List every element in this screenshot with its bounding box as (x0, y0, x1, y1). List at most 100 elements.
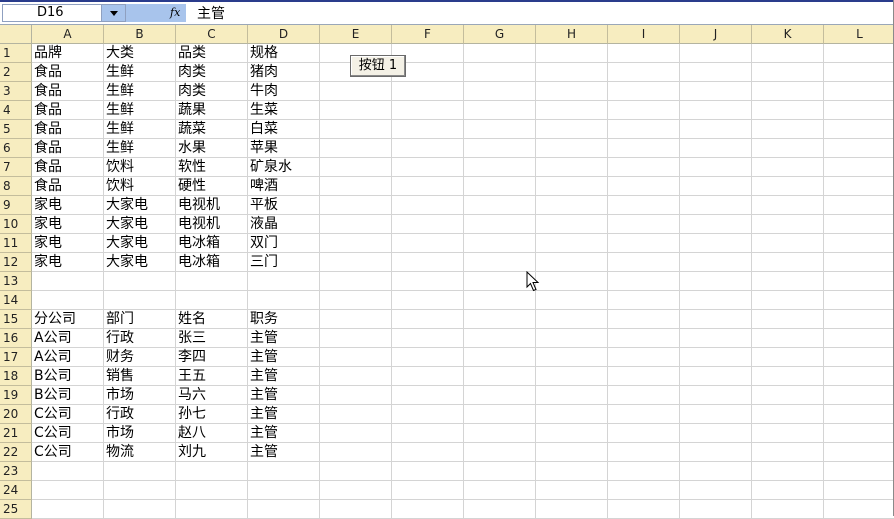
row-header-18[interactable]: 18 (0, 367, 32, 386)
cell-l1[interactable] (824, 44, 894, 63)
cell-j4[interactable] (680, 101, 752, 120)
cell-h10[interactable] (536, 215, 608, 234)
cell-j22[interactable] (680, 443, 752, 462)
cell-e17[interactable] (320, 348, 392, 367)
cell-l4[interactable] (824, 101, 894, 120)
cell-k23[interactable] (752, 462, 824, 481)
cell-i21[interactable] (608, 424, 680, 443)
cell-h19[interactable] (536, 386, 608, 405)
cell-d18[interactable]: 主管 (248, 367, 320, 386)
cell-l6[interactable] (824, 139, 894, 158)
cell-d17[interactable]: 主管 (248, 348, 320, 367)
cell-e22[interactable] (320, 443, 392, 462)
cell-i3[interactable] (608, 82, 680, 101)
cell-h23[interactable] (536, 462, 608, 481)
cell-h2[interactable] (536, 63, 608, 82)
cell-h9[interactable] (536, 196, 608, 215)
cell-k8[interactable] (752, 177, 824, 196)
cell-f4[interactable] (392, 101, 464, 120)
cell-d8[interactable]: 啤酒 (248, 177, 320, 196)
cell-e16[interactable] (320, 329, 392, 348)
cell-c20[interactable]: 孙七 (176, 405, 248, 424)
cell-j16[interactable] (680, 329, 752, 348)
cell-i5[interactable] (608, 120, 680, 139)
cell-l18[interactable] (824, 367, 894, 386)
cell-c6[interactable]: 水果 (176, 139, 248, 158)
row-header-12[interactable]: 12 (0, 253, 32, 272)
cell-f22[interactable] (392, 443, 464, 462)
cell-f21[interactable] (392, 424, 464, 443)
cell-a12[interactable]: 家电 (32, 253, 104, 272)
column-header-h[interactable]: H (536, 25, 608, 44)
cell-f12[interactable] (392, 253, 464, 272)
cell-i11[interactable] (608, 234, 680, 253)
cell-k14[interactable] (752, 291, 824, 310)
cell-h21[interactable] (536, 424, 608, 443)
cell-k25[interactable] (752, 500, 824, 519)
cell-h8[interactable] (536, 177, 608, 196)
row-header-16[interactable]: 16 (0, 329, 32, 348)
row-header-24[interactable]: 24 (0, 481, 32, 500)
cell-j9[interactable] (680, 196, 752, 215)
cell-f3[interactable] (392, 82, 464, 101)
cell-d11[interactable]: 双门 (248, 234, 320, 253)
cell-i25[interactable] (608, 500, 680, 519)
cell-b14[interactable] (104, 291, 176, 310)
row-header-25[interactable]: 25 (0, 500, 32, 519)
cell-h7[interactable] (536, 158, 608, 177)
cell-a24[interactable] (32, 481, 104, 500)
cell-j13[interactable] (680, 272, 752, 291)
cell-k24[interactable] (752, 481, 824, 500)
row-header-3[interactable]: 3 (0, 82, 32, 101)
cell-g19[interactable] (464, 386, 536, 405)
cell-j10[interactable] (680, 215, 752, 234)
cell-g22[interactable] (464, 443, 536, 462)
formula-input[interactable]: 主管 (197, 5, 225, 23)
cell-h1[interactable] (536, 44, 608, 63)
cell-l8[interactable] (824, 177, 894, 196)
row-header-19[interactable]: 19 (0, 386, 32, 405)
cell-k10[interactable] (752, 215, 824, 234)
cell-b21[interactable]: 市场 (104, 424, 176, 443)
cell-l5[interactable] (824, 120, 894, 139)
cell-h13[interactable] (536, 272, 608, 291)
cell-i2[interactable] (608, 63, 680, 82)
cell-g11[interactable] (464, 234, 536, 253)
cell-k2[interactable] (752, 63, 824, 82)
cell-c1[interactable]: 品类 (176, 44, 248, 63)
cell-e23[interactable] (320, 462, 392, 481)
cell-j21[interactable] (680, 424, 752, 443)
cell-a11[interactable]: 家电 (32, 234, 104, 253)
cell-c23[interactable] (176, 462, 248, 481)
cell-i13[interactable] (608, 272, 680, 291)
cell-g24[interactable] (464, 481, 536, 500)
cell-c17[interactable]: 李四 (176, 348, 248, 367)
cell-c21[interactable]: 赵八 (176, 424, 248, 443)
row-header-9[interactable]: 9 (0, 196, 32, 215)
cell-e3[interactable] (320, 82, 392, 101)
cell-a18[interactable]: B公司 (32, 367, 104, 386)
cell-e14[interactable] (320, 291, 392, 310)
cell-i8[interactable] (608, 177, 680, 196)
cell-l15[interactable] (824, 310, 894, 329)
row-header-7[interactable]: 7 (0, 158, 32, 177)
cell-g25[interactable] (464, 500, 536, 519)
cell-c24[interactable] (176, 481, 248, 500)
cell-g20[interactable] (464, 405, 536, 424)
cell-k12[interactable] (752, 253, 824, 272)
cell-a8[interactable]: 食品 (32, 177, 104, 196)
cell-b2[interactable]: 生鲜 (104, 63, 176, 82)
cell-g17[interactable] (464, 348, 536, 367)
cell-g21[interactable] (464, 424, 536, 443)
cell-i18[interactable] (608, 367, 680, 386)
cell-f10[interactable] (392, 215, 464, 234)
cell-g7[interactable] (464, 158, 536, 177)
cell-j6[interactable] (680, 139, 752, 158)
cell-e15[interactable] (320, 310, 392, 329)
column-header-i[interactable]: I (608, 25, 680, 44)
cell-i10[interactable] (608, 215, 680, 234)
cell-g10[interactable] (464, 215, 536, 234)
cell-a4[interactable]: 食品 (32, 101, 104, 120)
cell-l9[interactable] (824, 196, 894, 215)
cell-d9[interactable]: 平板 (248, 196, 320, 215)
